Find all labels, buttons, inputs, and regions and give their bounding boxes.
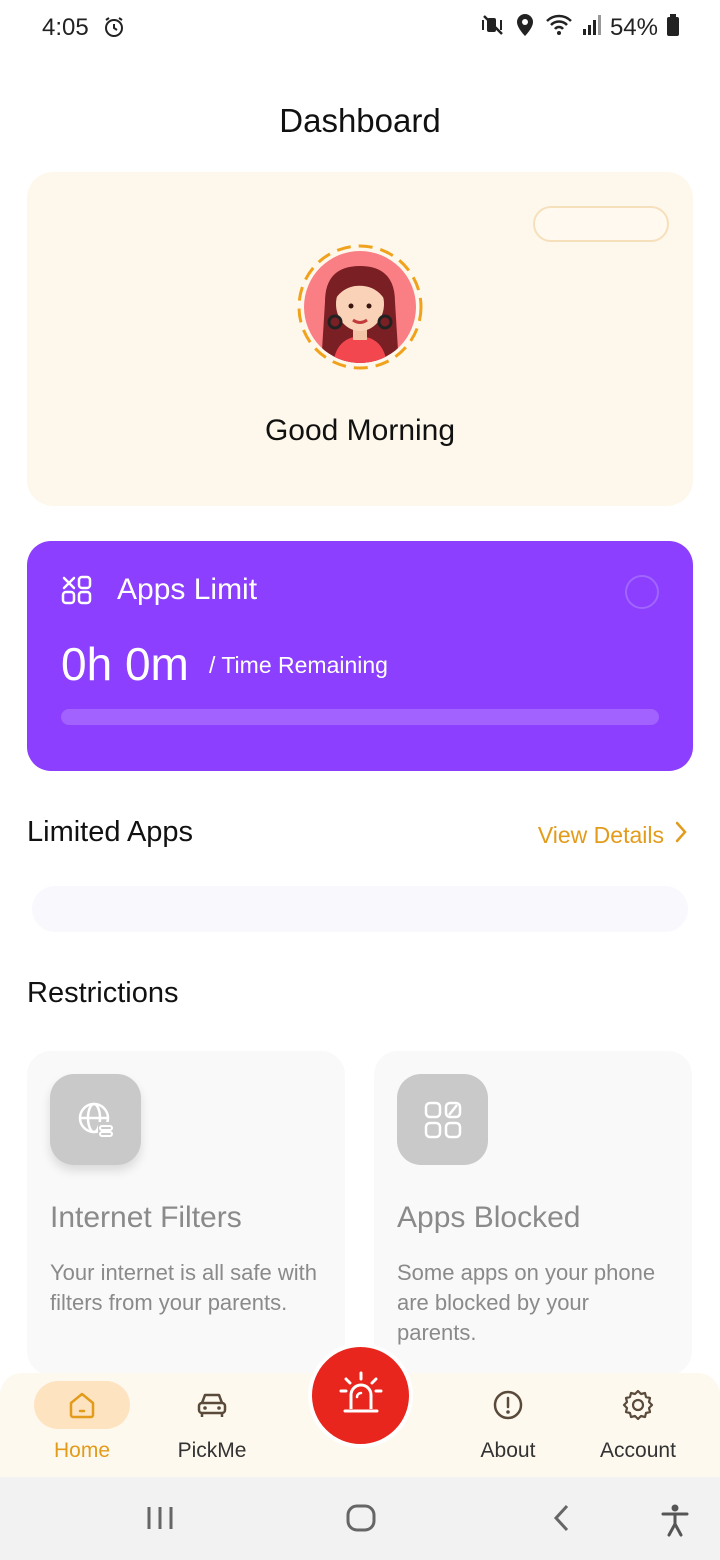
accessibility-icon[interactable] [660, 1503, 690, 1542]
info-icon [460, 1381, 556, 1429]
apps-blocked-title: Apps Blocked [397, 1201, 581, 1234]
gear-icon [590, 1381, 686, 1429]
view-details-label: View Details [537, 821, 664, 848]
internet-filters-title: Internet Filters [50, 1201, 242, 1234]
nav-pickme-label: PickMe [177, 1439, 247, 1462]
greeting-pill[interactable] [533, 206, 669, 242]
wifi-icon [544, 12, 574, 43]
apps-grid-icon [397, 1074, 488, 1165]
apps-limit-icon [61, 575, 93, 610]
recent-apps-icon[interactable] [146, 1503, 174, 1538]
system-navigation-bar [0, 1477, 720, 1560]
time-progress-bar [61, 709, 659, 725]
nav-account-label: Account [600, 1439, 676, 1462]
nav-home[interactable]: Home [34, 1381, 130, 1463]
internet-filters-card[interactable]: Internet Filters Your internet is all sa… [27, 1051, 345, 1375]
battery-icon [666, 13, 680, 42]
avatar[interactable] [295, 242, 425, 372]
home-icon [34, 1381, 130, 1429]
sos-alarm-button[interactable] [308, 1343, 413, 1448]
internet-filters-description: Your internet is all safe with filters f… [50, 1260, 317, 1315]
car-icon [164, 1381, 260, 1429]
time-remaining-value: 0h 0m [61, 638, 189, 690]
apps-blocked-description: Some apps on your phone are blocked by y… [397, 1260, 656, 1345]
limited-apps-title: Limited Apps [27, 816, 194, 848]
nav-home-label: Home [53, 1439, 111, 1462]
restrictions-title: Restrictions [27, 977, 179, 1009]
signal-icon [582, 13, 602, 42]
apps-blocked-card[interactable]: Apps Blocked Some apps on your phone are… [374, 1051, 692, 1375]
home-circle-icon[interactable] [345, 1503, 377, 1538]
greeting-card: Good Morning [27, 172, 693, 506]
alarm-icon [102, 15, 126, 44]
status-bar: 4:05 54% [0, 0, 720, 56]
nav-about[interactable]: About [460, 1381, 556, 1463]
siren-icon [333, 1365, 389, 1426]
status-time: 4:05 [42, 14, 89, 41]
greeting-text: Good Morning [264, 414, 456, 447]
chevron-right-icon [674, 821, 688, 849]
apps-limit-title: Apps Limit [117, 573, 258, 606]
back-icon[interactable] [552, 1503, 572, 1538]
nav-about-label: About [480, 1439, 536, 1462]
loading-circle-icon [625, 575, 659, 609]
apps-limit-card[interactable]: Apps Limit 0h 0m / Time Remaining [27, 541, 693, 771]
mute-vibrate-icon [480, 12, 506, 43]
globe-filter-icon [50, 1074, 141, 1165]
battery-percentage: 54% [609, 13, 658, 41]
limited-apps-list [32, 886, 688, 932]
page-title: Dashboard [279, 102, 441, 139]
view-details-link[interactable]: View Details [538, 821, 688, 849]
time-remaining-label: / Time Remaining [209, 652, 388, 678]
nav-pickme[interactable]: PickMe [164, 1381, 260, 1463]
nav-account[interactable]: Account [590, 1381, 686, 1463]
location-icon [514, 12, 536, 43]
